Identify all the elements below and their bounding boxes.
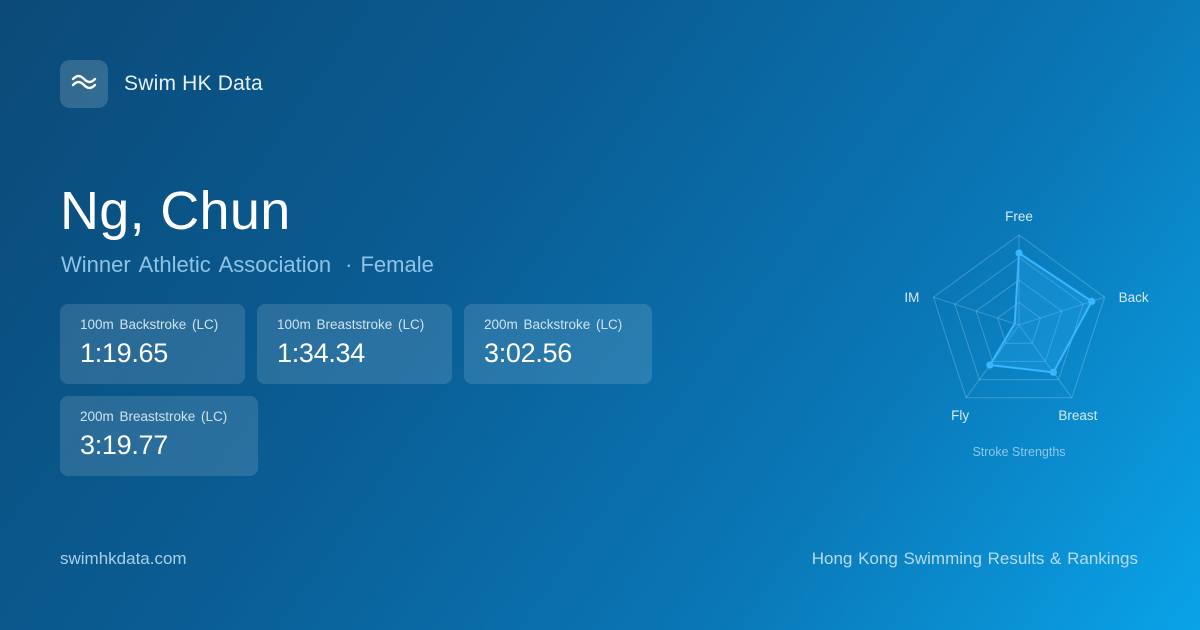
radar-point <box>1049 368 1057 376</box>
event-name: 100m Backstroke (LC) <box>80 317 219 332</box>
club-name: Winner Athletic Association <box>61 252 332 277</box>
event-name: 200m Backstroke (LC) <box>484 317 623 332</box>
radar-caption: Stroke Strengths <box>972 445 1065 459</box>
result-time: 3:19.77 <box>80 430 168 460</box>
result-time: 1:34.34 <box>277 338 365 368</box>
event-name: 200m Breaststroke (LC) <box>80 409 228 424</box>
swimmer-details: Winner Athletic Association · Female <box>61 252 434 278</box>
result-card: 200m Backstroke (LC) 3:02.56 <box>464 304 652 384</box>
event-name: 100m Breaststroke (LC) <box>277 317 425 332</box>
result-time: 3:02.56 <box>484 338 572 368</box>
result-card: 200m Breaststroke (LC) 3:19.77 <box>60 396 258 476</box>
radar-axis-label: IM <box>904 290 919 305</box>
separator: · <box>345 252 353 277</box>
footer-tagline: Hong Kong Swimming Results & Rankings <box>811 549 1138 568</box>
swimmer-name: Ng, Chun <box>60 181 291 241</box>
result-card: 100m Breaststroke (LC) 1:34.34 <box>257 304 452 384</box>
radar-spoke <box>933 296 1020 326</box>
radar-point <box>1088 297 1096 305</box>
radar-point <box>1015 249 1023 257</box>
gender: Female <box>360 252 434 277</box>
brand-name: Swim HK Data <box>124 72 263 95</box>
radar-axis-label: Back <box>1119 290 1149 305</box>
site-url: swimhkdata.com <box>60 549 187 568</box>
radar-point <box>986 361 994 369</box>
radar-axis-label: Free <box>1005 209 1033 224</box>
radar-axis-label: Fly <box>951 408 969 423</box>
result-time: 1:19.65 <box>80 338 168 368</box>
result-card: 100m Backstroke (LC) 1:19.65 <box>60 304 245 384</box>
radar-axis-label: Breast <box>1058 408 1097 423</box>
wave-icon <box>71 72 97 97</box>
stroke-radar-chart: Free Back Breast Fly IM Stroke Strengths <box>904 209 1149 459</box>
logo <box>60 60 108 108</box>
